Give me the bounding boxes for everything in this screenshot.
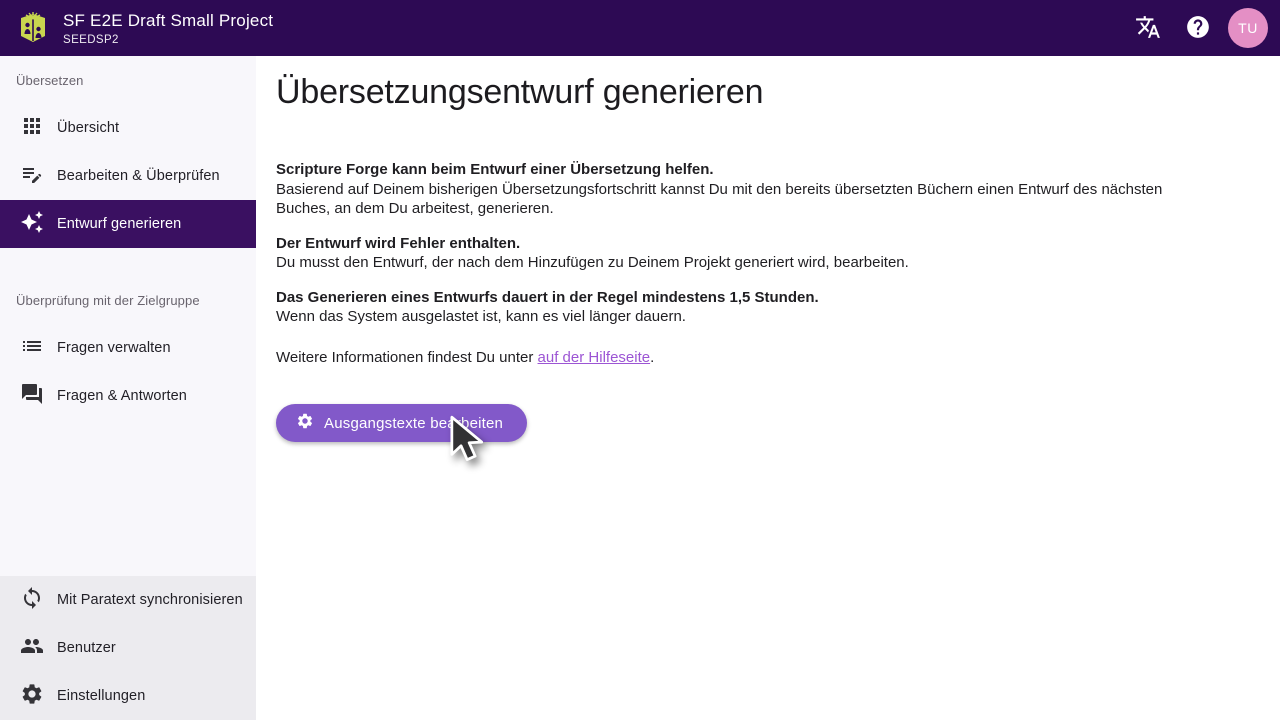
project-title: SF E2E Draft Small Project xyxy=(63,11,273,31)
translate-icon xyxy=(1135,14,1161,43)
sidebar-item-sync-paratext[interactable]: Mit Paratext synchronisieren xyxy=(0,576,256,624)
scripture-forge-logo-icon xyxy=(18,8,48,48)
list-icon xyxy=(20,334,44,362)
sidebar: Übersetzen Übersicht Bearbeiten & Überpr… xyxy=(0,56,256,720)
sidebar-item-label: Benutzer xyxy=(57,640,116,656)
sidebar-item-settings[interactable]: Einstellungen xyxy=(0,672,256,720)
sidebar-item-generate-draft[interactable]: Entwurf generieren xyxy=(0,200,256,248)
paragraph-errors: Der Entwurf wird Fehler enthalten. Du mu… xyxy=(276,234,1220,273)
paragraph-duration: Das Generieren eines Entwurfs dauert in … xyxy=(276,288,1220,327)
page-title: Übersetzungsentwurf generieren xyxy=(276,72,1220,112)
paragraph-text: Du musst den Entwurf, der nach dem Hinzu… xyxy=(276,254,909,271)
sidebar-item-label: Entwurf generieren xyxy=(57,216,181,232)
people-icon xyxy=(20,634,44,662)
sidebar-item-label: Mit Paratext synchronisieren xyxy=(57,592,243,608)
paragraph-bold: Scripture Forge kann beim Entwurf einer … xyxy=(276,161,714,178)
help-icon xyxy=(1185,14,1211,43)
apps-grid-icon xyxy=(20,114,44,142)
sidebar-item-label: Fragen verwalten xyxy=(57,340,171,356)
gear-icon xyxy=(20,682,44,710)
user-avatar[interactable]: TU xyxy=(1228,8,1268,48)
forum-icon xyxy=(20,382,44,410)
help-line-prefix: Weitere Informationen findest Du unter xyxy=(276,349,538,366)
language-button[interactable] xyxy=(1128,8,1168,48)
paragraph-bold: Das Generieren eines Entwurfs dauert in … xyxy=(276,289,819,306)
sidebar-item-label: Einstellungen xyxy=(57,688,145,704)
help-line-suffix: . xyxy=(650,349,654,366)
help-button[interactable] xyxy=(1178,8,1218,48)
main-content: Übersetzungsentwurf generieren Scripture… xyxy=(256,0,1280,442)
sidebar-item-manage-questions[interactable]: Fragen verwalten xyxy=(0,324,256,372)
sidebar-item-users[interactable]: Benutzer xyxy=(0,624,256,672)
help-line: Weitere Informationen findest Du unter a… xyxy=(276,348,1220,368)
brand-text: SF E2E Draft Small Project SEEDSP2 xyxy=(63,11,273,46)
section-label-translate: Übersetzen xyxy=(0,56,256,104)
sidebar-item-overview[interactable]: Übersicht xyxy=(0,104,256,152)
brand: SF E2E Draft Small Project SEEDSP2 xyxy=(18,8,273,48)
paragraph-text: Wenn das System ausgelastet ist, kann es… xyxy=(276,308,686,325)
configure-sources-button[interactable]: Ausgangstexte bearbeiten xyxy=(276,404,527,442)
help-page-link[interactable]: auf der Hilfeseite xyxy=(538,349,651,366)
edit-note-icon xyxy=(20,162,44,190)
project-shortname: SEEDSP2 xyxy=(63,34,273,46)
paragraph-text: Basierend auf Deinem bisherigen Übersetz… xyxy=(276,181,1162,218)
sparkles-icon xyxy=(20,210,44,238)
sidebar-item-edit-review[interactable]: Bearbeiten & Überprüfen xyxy=(0,152,256,200)
topbar-actions: TU xyxy=(1128,8,1268,48)
paragraph-bold: Der Entwurf wird Fehler enthalten. xyxy=(276,235,520,252)
sidebar-item-label: Bearbeiten & Überprüfen xyxy=(57,168,220,184)
sidebar-item-label: Fragen & Antworten xyxy=(57,388,187,404)
section-label-community-checking: Überprüfung mit der Zielgruppe xyxy=(0,276,256,324)
button-label: Ausgangstexte bearbeiten xyxy=(324,415,503,432)
gear-icon xyxy=(296,412,314,434)
app-topbar: SF E2E Draft Small Project SEEDSP2 TU xyxy=(0,0,1280,56)
sidebar-item-label: Übersicht xyxy=(57,120,119,136)
sidebar-item-questions-answers[interactable]: Fragen & Antworten xyxy=(0,372,256,420)
paragraph-help-intro: Scripture Forge kann beim Entwurf einer … xyxy=(276,160,1220,219)
sidebar-footer: Mit Paratext synchronisieren Benutzer Ei… xyxy=(0,576,256,720)
sync-icon xyxy=(20,586,44,614)
